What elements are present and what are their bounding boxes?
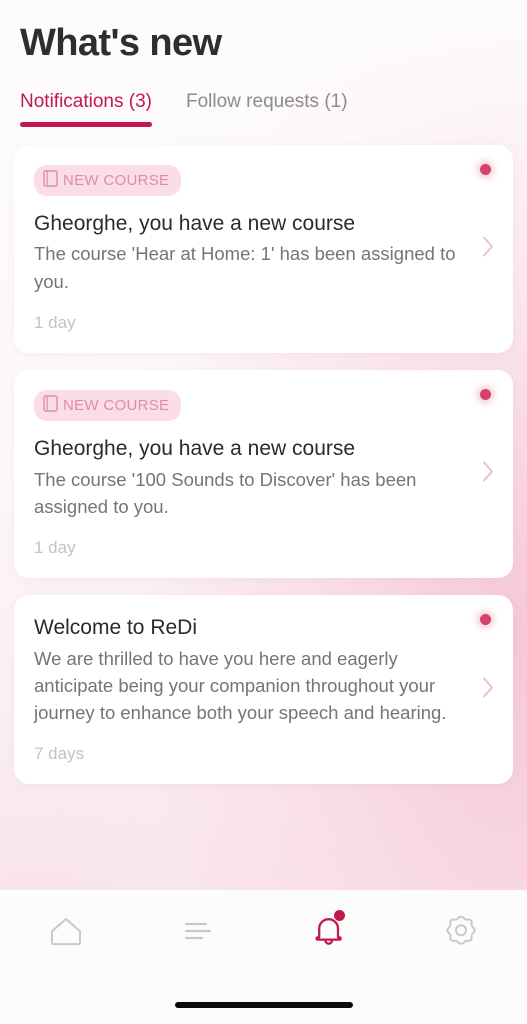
nav-item-settings[interactable] [395, 908, 527, 956]
nav-item-home[interactable] [0, 908, 132, 956]
home-icon [49, 915, 83, 950]
notification-title: Gheorghe, you have a new course [34, 211, 356, 235]
unread-indicator [480, 163, 491, 175]
unread-indicator [480, 388, 491, 400]
status-badge: NEW COURSE [34, 164, 182, 196]
page-title: What's new [20, 22, 222, 64]
nav-item-list[interactable] [132, 908, 264, 956]
notification-timestamp: 1 day [34, 312, 76, 332]
home-indicator[interactable] [174, 1002, 353, 1008]
gear-icon [444, 914, 478, 951]
notification-card[interactable]: NEW COURSE Gheorghe, you have a new cour… [14, 144, 513, 353]
chevron-right-icon[interactable] [482, 235, 495, 262]
notification-body: The course 'Hear at Home: 1' has been as… [34, 243, 456, 292]
notification-body: The course '100 Sounds to Discover' has … [34, 468, 417, 517]
notification-timestamp: 1 day [34, 538, 76, 558]
unread-indicator [480, 614, 491, 626]
tab-bar: Notifications (3) Follow requests (1) [0, 65, 527, 127]
tab-notifications[interactable]: Notifications (3) [20, 91, 152, 127]
notification-list: NEW COURSE Gheorghe, you have a new cour… [0, 127, 527, 785]
list-icon [182, 920, 214, 945]
chevron-right-icon[interactable] [482, 460, 495, 487]
notification-timestamp: 7 days [34, 744, 85, 764]
book-icon [43, 169, 58, 191]
book-icon [43, 395, 58, 416]
tab-follow-requests[interactable]: Follow requests (1) [186, 91, 348, 127]
chevron-right-icon[interactable] [482, 676, 495, 703]
status-badge-label: NEW COURSE [63, 171, 170, 189]
status-badge-label: NEW COURSE [63, 396, 170, 414]
notifications-screen: What's new Notifications (3) Follow requ… [0, 0, 527, 1024]
notification-card[interactable]: NEW COURSE Gheorghe, you have a new cour… [14, 369, 513, 579]
header: What's new [0, 0, 527, 65]
notification-body: We are thrilled to have you here and eag… [34, 647, 447, 724]
notification-title: Gheorghe, you have a new course [34, 436, 356, 460]
status-badge: NEW COURSE [34, 389, 182, 421]
notification-card[interactable]: Welcome to ReDi We are thrilled to have … [14, 595, 513, 785]
notification-title: Welcome to ReDi [34, 616, 197, 640]
nav-item-notifications[interactable] [264, 908, 396, 956]
